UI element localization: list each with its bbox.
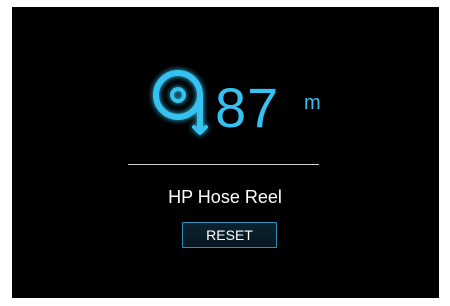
reel-display-panel: [12, 7, 439, 298]
hose-length-value: 87: [215, 76, 280, 139]
reset-button[interactable]: RESET: [182, 222, 277, 248]
divider: [128, 164, 319, 165]
device-name: HP Hose Reel: [168, 187, 282, 207]
hose-reel-icon: [148, 65, 220, 143]
hose-length-unit: m: [304, 92, 321, 114]
